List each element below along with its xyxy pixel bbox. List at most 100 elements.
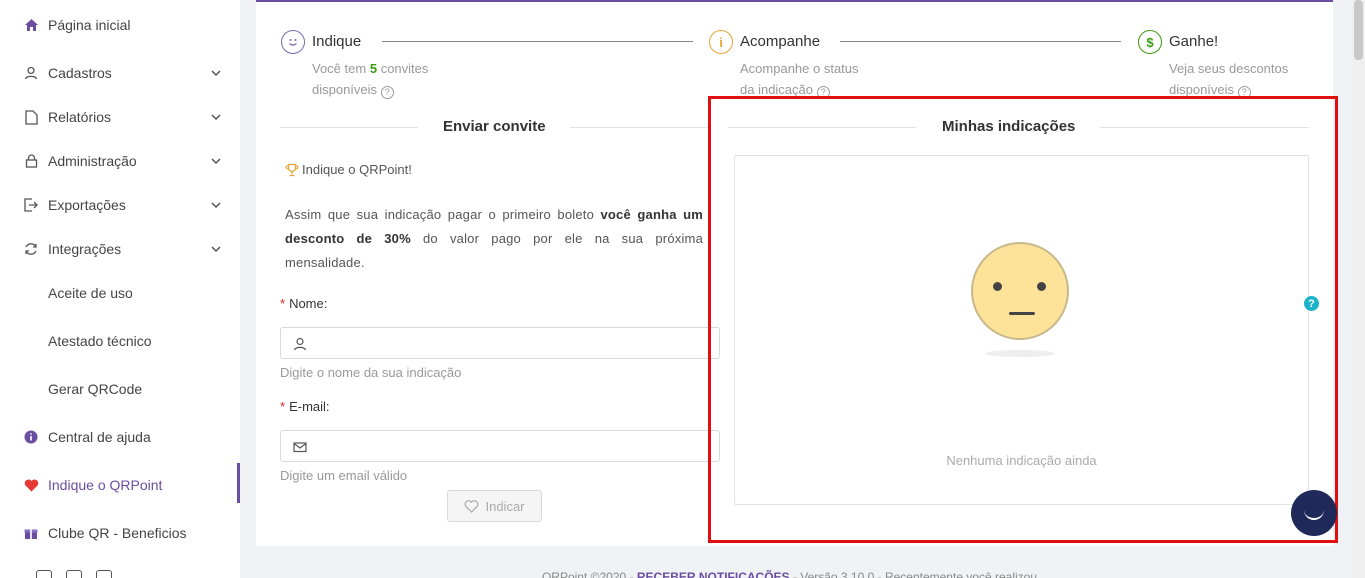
step-ganhe-title: Ganhe! xyxy=(1169,33,1219,50)
email-input[interactable] xyxy=(317,433,707,459)
help-icon[interactable]: ? xyxy=(1304,296,1319,311)
send-invite-title: Enviar convite xyxy=(443,118,546,135)
step-desc-text: Você tem xyxy=(312,61,367,76)
question-circle-icon[interactable]: ? xyxy=(380,86,394,99)
step-desc-text: convites xyxy=(380,61,429,76)
export-icon xyxy=(23,197,39,213)
sidebar-item-label: Relatórios xyxy=(48,109,112,125)
chevron-down-icon xyxy=(211,158,221,165)
user-icon xyxy=(23,65,39,81)
email-label-text: E-mail xyxy=(289,399,326,414)
step-ganhe-desc: Veja seus descontos disponíveis ? xyxy=(1169,58,1288,100)
face-shadow xyxy=(985,350,1055,357)
heart-icon xyxy=(23,477,39,493)
email-label: * E-mail: xyxy=(280,399,330,414)
sync-icon xyxy=(23,241,39,257)
file-icon xyxy=(23,109,39,125)
info-circle-icon: i xyxy=(709,30,733,54)
sidebar: Página inicial Cadastros Relatórios Admi… xyxy=(0,0,240,578)
question-circle-icon[interactable]: ? xyxy=(816,86,830,99)
sidebar-item-label: Clube QR - Beneficios xyxy=(48,525,187,541)
sidebar-item-indique-o-qrpoint[interactable]: Indique o QRPoint xyxy=(0,463,240,507)
question-circle-icon[interactable]: ? xyxy=(1237,86,1251,99)
email-field[interactable] xyxy=(280,430,720,462)
name-field[interactable] xyxy=(280,327,720,359)
sidebar-item-relatorios[interactable]: Relatórios xyxy=(0,95,240,139)
empty-state-text: Nenhuma indicação ainda xyxy=(946,453,1097,468)
sidebar-item-label: Gerar QRCode xyxy=(48,381,143,397)
indicar-button-label: Indicar xyxy=(485,498,525,514)
social-links xyxy=(36,570,112,578)
footer-text: - Versão 3.10.0 - Recentemente você real… xyxy=(792,570,1048,578)
email-hint: Digite um email válido xyxy=(280,468,408,483)
step-desc-text: da indicação xyxy=(740,82,813,97)
sidebar-item-label: Cadastros xyxy=(48,65,112,81)
sidebar-item-label: Administração xyxy=(48,153,137,169)
dollar-icon: $ xyxy=(1138,30,1162,54)
sidebar-item-label: Central de ajuda xyxy=(48,429,151,445)
chevron-down-icon xyxy=(211,202,221,209)
sidebar-item-central-de-ajuda[interactable]: Central de ajuda xyxy=(0,415,240,459)
sidebar-item-clube-qr[interactable]: Clube QR - Beneficios xyxy=(0,511,240,555)
chevron-down-icon xyxy=(211,246,221,253)
promo-line: Indique o QRPoint! xyxy=(285,162,412,177)
chevron-down-icon xyxy=(211,70,221,77)
name-label-text: Nome xyxy=(289,296,324,311)
section-divider xyxy=(1100,127,1309,128)
chevron-down-icon xyxy=(211,114,221,121)
section-divider xyxy=(280,127,418,128)
receive-notifications-link[interactable]: RECEBER NOTIFICAÇÕES xyxy=(637,570,790,578)
facebook-icon[interactable] xyxy=(36,570,52,578)
smile-icon xyxy=(281,30,305,54)
name-label: * Nome: xyxy=(280,296,328,311)
step-connector xyxy=(840,41,1121,42)
sidebar-item-atestado-tecnico[interactable]: Atestado técnico xyxy=(0,319,240,363)
footer: QRPoint ©2020 - RECEBER NOTIFICAÇÕES - V… xyxy=(256,570,1333,578)
sidebar-item-administracao[interactable]: Administração xyxy=(0,139,240,183)
step-acompanhe-title: Acompanhe xyxy=(740,33,821,50)
mail-icon xyxy=(293,442,307,453)
neutral-face-icon xyxy=(971,242,1069,340)
section-divider xyxy=(728,127,916,128)
trophy-icon xyxy=(285,163,299,176)
name-input[interactable] xyxy=(317,330,707,356)
invite-count: 5 xyxy=(369,61,378,76)
my-referrals-title: Minhas indicações xyxy=(942,118,1076,135)
sidebar-item-label: Página inicial xyxy=(48,17,131,33)
scrollbar[interactable] xyxy=(1352,0,1365,578)
promo-text: Indique o QRPoint! xyxy=(302,162,412,177)
info-icon xyxy=(23,429,39,445)
sidebar-item-aceite-de-uso[interactable]: Aceite de uso xyxy=(0,271,240,315)
sidebar-item-label: Aceite de uso xyxy=(48,285,133,301)
sidebar-item-label: Exportações xyxy=(48,197,126,213)
step-desc-text: disponíveis xyxy=(1169,82,1235,97)
scrollbar-thumb[interactable] xyxy=(1354,0,1363,60)
section-divider xyxy=(570,127,710,128)
indicar-button[interactable]: Indicar xyxy=(447,490,542,522)
step-acompanhe-desc: Acompanhe o status da indicação ? xyxy=(740,58,859,100)
sidebar-item-label: Integrações xyxy=(48,241,122,257)
sidebar-item-exportacoes[interactable]: Exportações xyxy=(0,183,240,227)
step-desc-text: disponíveis xyxy=(312,82,378,97)
sidebar-item-integracoes[interactable]: Integrações xyxy=(0,227,240,271)
gift-icon xyxy=(23,525,39,541)
instagram-icon[interactable] xyxy=(96,570,112,578)
step-connector xyxy=(382,41,693,42)
user-icon xyxy=(293,337,307,351)
sidebar-item-cadastros[interactable]: Cadastros xyxy=(0,51,240,95)
paragraph-text: Assim que sua indicação pagar o primeiro… xyxy=(285,207,595,222)
sidebar-item-pagina-inicial[interactable]: Página inicial xyxy=(0,3,240,47)
name-hint: Digite o nome da sua indicação xyxy=(280,365,462,380)
linkedin-icon[interactable] xyxy=(66,570,82,578)
home-icon xyxy=(23,17,39,33)
lock-icon xyxy=(23,153,39,169)
step-desc-text: Acompanhe o status xyxy=(740,61,859,76)
step-desc-text: Veja seus descontos xyxy=(1169,61,1289,76)
sidebar-item-label: Atestado técnico xyxy=(48,333,152,349)
step-indique-desc: Você tem 5 convites disponíveis ? xyxy=(312,58,428,100)
chat-widget-button[interactable] xyxy=(1291,490,1337,536)
promo-paragraph: Assim que sua indicação pagar o primeiro… xyxy=(285,203,703,275)
step-indique-title: Indique xyxy=(312,33,362,50)
heart-icon xyxy=(465,499,479,513)
sidebar-item-gerar-qrcode[interactable]: Gerar QRCode xyxy=(0,367,240,411)
